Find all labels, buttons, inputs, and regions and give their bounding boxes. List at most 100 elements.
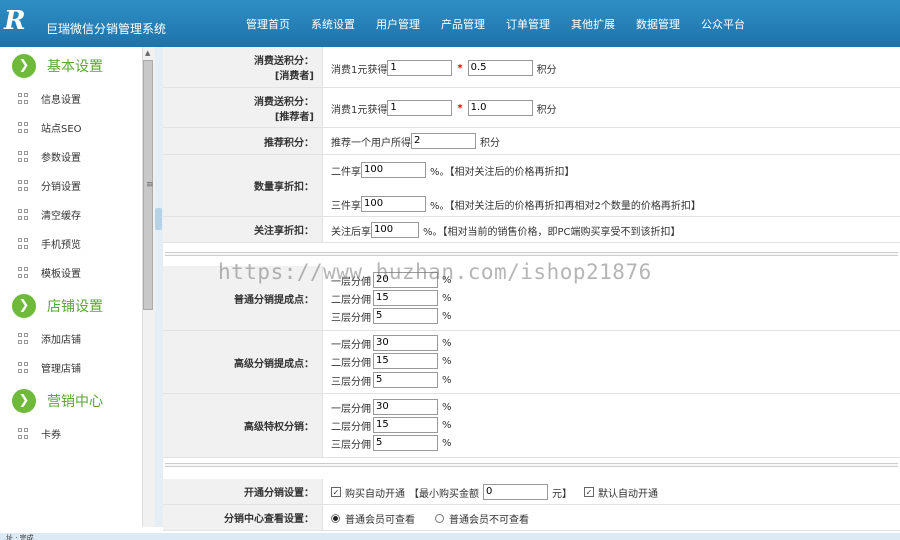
nav-home[interactable]: 管理首页: [246, 16, 290, 32]
system-name: 巨瑞微信分销管理系统: [46, 22, 167, 36]
default-open-checkbox[interactable]: ✓: [584, 487, 594, 497]
recommend-points-input[interactable]: 2: [411, 133, 476, 149]
referrer-yuan-input[interactable]: 1: [387, 100, 453, 116]
panel-divider: [155, 47, 163, 527]
nav-other-extensions[interactable]: 其他扩展: [571, 16, 615, 32]
grip-icon: ≡: [146, 180, 154, 190]
row-open-distribution: 开通分销设置： ✓ 购买自动开通 【最小购买金额 0 元】 ✓ 默认自动开通: [163, 479, 900, 505]
privilege-level2-input[interactable]: 15: [373, 417, 438, 433]
radio-label: 普通会员可查看: [345, 514, 415, 526]
referrer-ratio-input[interactable]: 1.0: [467, 100, 533, 116]
advanced-level1-input[interactable]: 30: [373, 335, 438, 351]
sidebar-item-manage-shop[interactable]: 管理店铺: [0, 353, 142, 382]
label-line: 消费送积分：: [254, 96, 314, 108]
scroll-up-icon[interactable]: ▲: [145, 49, 150, 57]
normal-level3-input[interactable]: 5: [373, 308, 438, 324]
row-quantity-discount: 数量享折扣： 二件享 100 %。【相对关注后的价格再折扣】 三件享 100 %。【相对…: [163, 155, 900, 217]
follow-discount-input[interactable]: 100: [371, 222, 419, 238]
settings-form: 消费送积分： [消费者] 消费1元获得 1 * 0.5 积分 消费送积分： [推荐者] 消费…: [163, 47, 900, 535]
grid-icon: [18, 267, 29, 278]
grid-icon: [18, 362, 29, 373]
sidebar-group-marketing[interactable]: ❯ 营销中心: [0, 382, 142, 419]
label-line: 高级分销提成点：: [234, 358, 314, 370]
field-line: 消费1元获得 1 * 1.0 积分: [331, 99, 561, 117]
field-line: 三层分佣 5%: [331, 371, 456, 389]
nav-product-management[interactable]: 产品管理: [441, 16, 485, 32]
privilege-level1-input[interactable]: 30: [373, 399, 438, 415]
row-follow-discount: 关注享折扣： 关注后享 100 %。【相对当前的销售价格，即PC端购买享受不到该折扣…: [163, 217, 900, 243]
field-line: 三层分佣 5%: [331, 434, 456, 452]
row-label: 高级分销提成点：: [163, 331, 323, 393]
sidebar: ❯ 基本设置 信息设置 站点SEO 参数设置 分销设置 清空缓存 手机预览 模板设…: [0, 47, 142, 487]
normal-level2-input[interactable]: 15: [373, 290, 438, 306]
sidebar-item-add-shop[interactable]: 添加店铺: [0, 324, 142, 353]
field-line: 三层分佣 5%: [331, 307, 456, 325]
sidebar-item-info[interactable]: 信息设置: [0, 84, 142, 113]
multiply-sign: *: [457, 102, 463, 114]
prefix-text: 三层分佣: [331, 312, 371, 324]
prefix-text: 三层分佣: [331, 439, 371, 451]
grid-icon: [18, 180, 29, 191]
privilege-level3-input[interactable]: 5: [373, 435, 438, 451]
unit-text: %: [442, 419, 452, 431]
sidebar-group-basic[interactable]: ❯ 基本设置: [0, 47, 142, 84]
note-text: %。【相对关注后的价格再折扣再相对2个数量的价格再折扣】: [430, 200, 701, 212]
checkbox-label: 购买自动开通: [345, 488, 405, 500]
advanced-level2-input[interactable]: 15: [373, 353, 438, 369]
field-line: 关注后享 100 %。【相对当前的销售价格，即PC端购买享受不到该折扣】: [331, 221, 685, 239]
advanced-level3-input[interactable]: 5: [373, 372, 438, 388]
min-amount-label: 【最小购买金额: [409, 488, 479, 500]
grid-icon: [18, 333, 29, 344]
auto-open-checkbox[interactable]: ✓: [331, 487, 341, 497]
prefix-text: 二层分佣: [331, 357, 371, 369]
field-line: 一层分佣 30%: [331, 398, 456, 416]
unit-text: 元】: [552, 488, 572, 500]
chevron-right-icon: ❯: [12, 388, 36, 413]
field-line: 二层分佣 15%: [331, 289, 456, 307]
row-advanced-commission: 高级分销提成点： 一层分佣 30% 二层分佣 15% 三层分佣 5%: [163, 331, 900, 394]
nav-data-management[interactable]: 数据管理: [636, 16, 680, 32]
prefix-text: 三件享: [331, 200, 361, 212]
unit-text: %: [442, 310, 452, 322]
sidebar-item-mobile-preview[interactable]: 手机预览: [0, 229, 142, 258]
sidebar-item-clear-cache[interactable]: 清空缓存: [0, 200, 142, 229]
consume-yuan-input[interactable]: 1: [387, 60, 453, 76]
label-line: 高级特权分销：: [244, 422, 314, 433]
sidebar-item-seo[interactable]: 站点SEO: [0, 113, 142, 142]
unit-text: 积分: [536, 64, 557, 76]
three-items-discount-input[interactable]: 100: [361, 196, 426, 212]
two-items-discount-input[interactable]: 100: [361, 162, 426, 178]
sidebar-item-label: 分销设置: [41, 182, 81, 193]
min-amount-input[interactable]: 0: [483, 484, 548, 500]
radio-members-cannot-view[interactable]: [435, 513, 444, 523]
radio-members-can-view[interactable]: [331, 513, 340, 523]
nav-system-settings[interactable]: 系统设置: [311, 16, 355, 32]
consume-ratio-input[interactable]: 0.5: [467, 60, 533, 76]
unit-text: %: [442, 401, 452, 413]
multiply-sign: *: [457, 62, 463, 74]
unit-text: %: [442, 355, 452, 367]
unit-text: %: [442, 374, 452, 386]
sidebar-group-shop[interactable]: ❯ 店铺设置: [0, 287, 142, 324]
label-line: 关注享折扣：: [254, 226, 314, 237]
field-line: 普通会员可查看 普通会员不可查看: [331, 509, 529, 527]
chevron-right-icon: ❯: [12, 293, 36, 318]
row-label: 高级特权分销：: [163, 394, 323, 457]
sidebar-item-distribution[interactable]: 分销设置: [0, 171, 142, 200]
sidebar-item-params[interactable]: 参数设置: [0, 142, 142, 171]
row-consume-points-referrer: 消费送积分： [推荐者] 消费1元获得 1 * 1.0 积分: [163, 88, 900, 128]
nav-order-management[interactable]: 订单管理: [506, 16, 550, 32]
unit-text: 积分: [480, 137, 500, 149]
sidebar-item-label: 添加店铺: [41, 335, 81, 346]
sidebar-item-label: 清空缓存: [41, 211, 81, 222]
nav-public-platform[interactable]: 公众平台: [701, 16, 745, 32]
sidebar-item-coupons[interactable]: 卡券: [0, 419, 142, 448]
row-label: 开通分销设置：: [163, 479, 323, 504]
grid-icon: [18, 238, 29, 249]
logo: R: [4, 6, 26, 36]
nav-user-management[interactable]: 用户管理: [376, 16, 420, 32]
sidebar-item-templates[interactable]: 模板设置: [0, 258, 142, 287]
field-line: 推荐一个用户所得 2 积分: [331, 132, 504, 150]
status-bar: 址 · 完成: [0, 533, 900, 540]
collapse-handle[interactable]: [155, 208, 162, 230]
